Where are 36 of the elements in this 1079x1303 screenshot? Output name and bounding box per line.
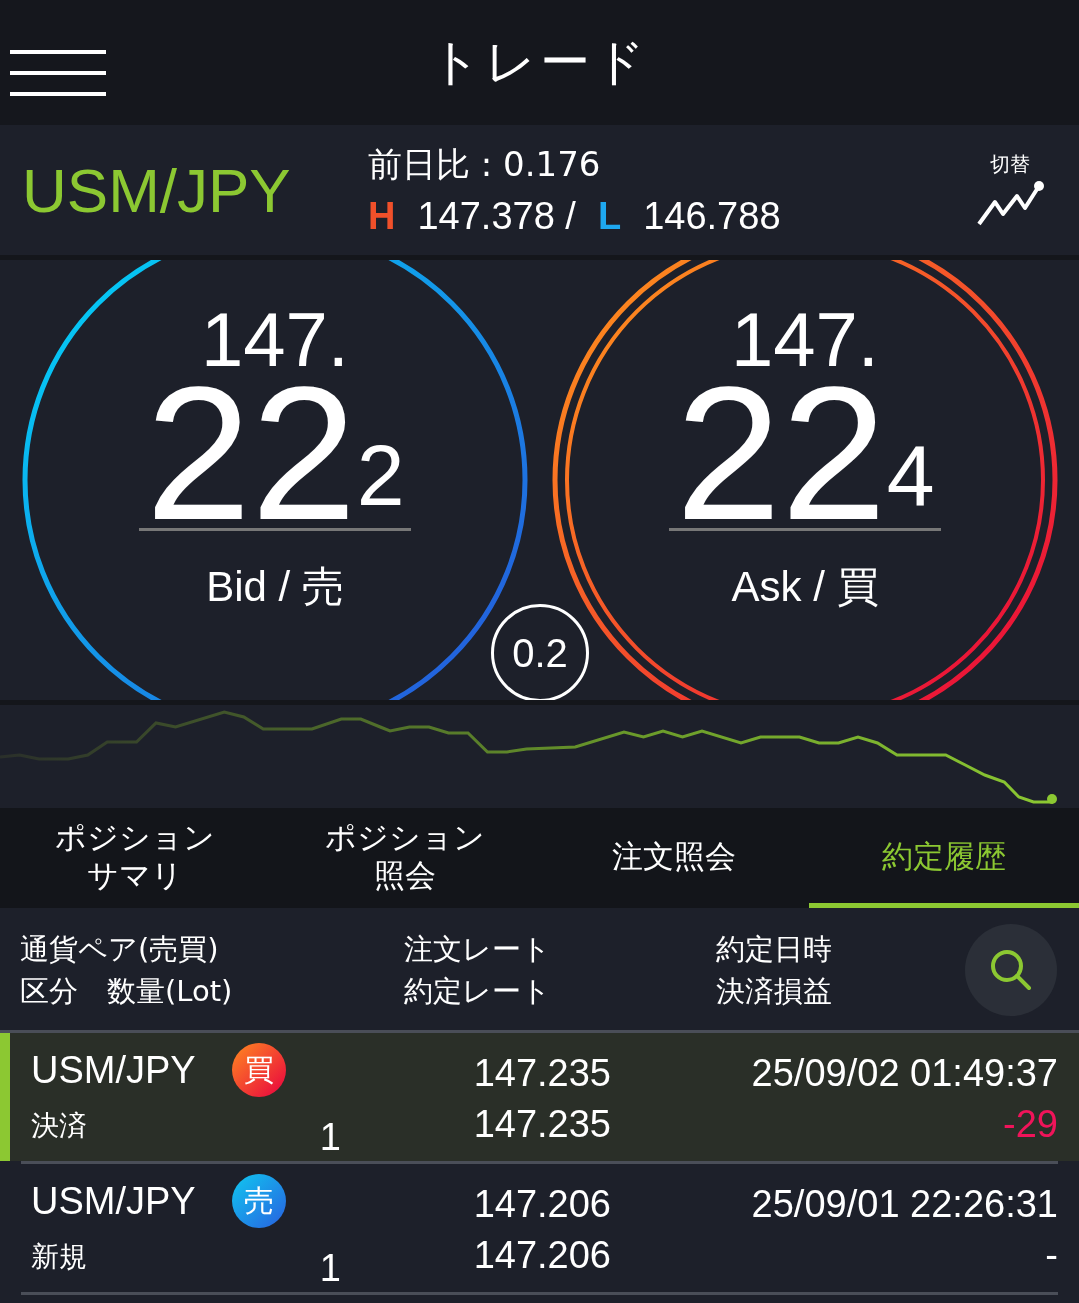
row-pair: USM/JPY [31,1048,196,1092]
trade-row[interactable]: USM/JPY 買 決済 1 147.235 147.235 25/09/02 01:49:37 -29 [0,1030,1079,1161]
chart-switch-button[interactable]: 切替 [975,150,1045,230]
row-category: 新規 [31,1239,87,1275]
page-title: トレード [430,32,649,93]
side-badge: 売 [231,1174,286,1228]
column-header: 通貨ペア(売買) 区分 数量(Lot) [20,931,233,1010]
profit-loss: -29 [1003,1103,1058,1146]
row-pair: USM/JPY [31,1179,196,1223]
menu-icon[interactable] [10,50,106,96]
column-header: 約定日時 決済損益 [716,931,832,1010]
fill-time: 25/09/02 01:49:37 [751,1052,1058,1095]
row-lots: 1 [319,1116,341,1159]
fill-rate: 147.206 [473,1234,611,1277]
row-category: 決済 [31,1108,87,1144]
order-rate: 147.235 [473,1052,611,1095]
spread-badge: 0.2 [491,604,589,700]
side-badge: 買 [231,1043,286,1097]
tab[interactable]: ポジション 照会 [269,808,540,908]
trade-row[interactable]: USM/JPY 売 新規 1 147.206 147.206 25/09/01 22:26:31 - [21,1161,1058,1295]
fill-time: 25/09/01 22:26:31 [751,1183,1058,1226]
order-rate: 147.206 [473,1183,611,1226]
tab[interactable]: 約定履歴 [809,808,1079,908]
tab[interactable]: 注文照会 [539,808,810,908]
low-price: 146.788 [643,194,781,239]
profit-loss: - [1045,1234,1058,1277]
tab[interactable]: ポジション サマリ [0,808,270,908]
fill-rate: 147.235 [473,1103,611,1146]
row-lots: 1 [319,1247,341,1290]
high-marker: H [368,194,396,239]
search-icon [989,948,1033,992]
day-change: 前日比 : 0.176 [368,143,602,186]
column-header: 注文レート 約定レート [404,931,551,1010]
high-price: 147.378 / [417,194,576,239]
low-marker: L [597,194,622,239]
currency-pair: USM/JPY [22,154,292,226]
